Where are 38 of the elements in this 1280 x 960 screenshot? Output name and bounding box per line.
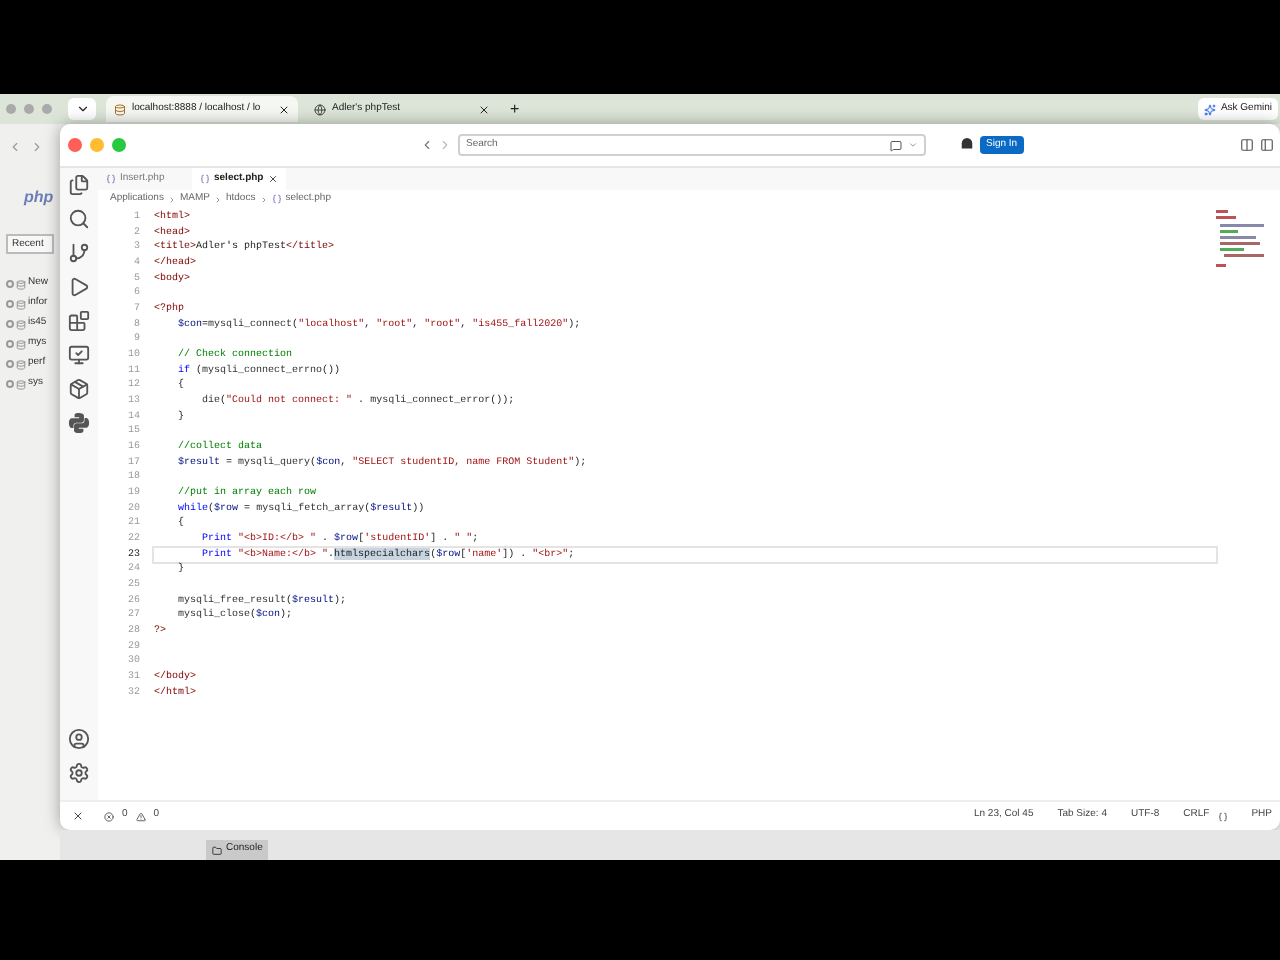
python-icon[interactable] [68,412,90,434]
chevron-icon [75,102,89,116]
logo-text: php [21,186,56,210]
folder-icon [212,845,222,855]
chat-icon[interactable] [890,139,902,151]
close-icon[interactable] [478,103,490,115]
run-icon[interactable] [68,276,90,298]
close-icon[interactable] [278,103,290,115]
php-file-icon [106,174,116,184]
page-icon [314,103,326,115]
database-icon [16,299,26,309]
settings-icon[interactable] [68,762,90,784]
monitor-icon[interactable] [68,344,90,366]
panel-icon[interactable] [1260,138,1274,152]
back-icon[interactable] [420,138,434,152]
new-tab-button[interactable]: + [510,97,520,121]
minimap-drawing [1216,210,1268,270]
extensions-icon[interactable] [68,310,90,332]
database-icon [16,279,26,289]
php-file-icon [200,174,210,184]
database-icon [16,359,26,369]
warning-icon[interactable] [135,811,146,821]
layout-icon[interactable] [1240,138,1254,152]
sparkle-icon [1204,103,1217,115]
database-icon [16,339,26,349]
search-icon[interactable] [68,208,90,230]
php-file-icon [271,194,282,204]
branch-icon[interactable] [68,242,90,264]
files-icon[interactable] [68,174,90,196]
close-window-icon[interactable] [68,138,82,152]
account-icon[interactable] [68,728,90,750]
language-icon [1217,811,1228,821]
database-icon [16,319,26,329]
page-icon [114,103,126,115]
database-icon [16,379,26,389]
tab-list-button[interactable] [68,98,96,120]
package-icon[interactable] [68,378,90,400]
error-icon[interactable] [104,811,114,821]
